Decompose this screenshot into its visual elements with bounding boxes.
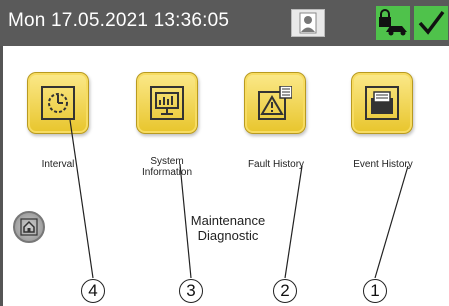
screen: Mon 17.05.2021 13:36:05 Interval System … xyxy=(0,0,449,306)
callout-4: 4 xyxy=(81,279,105,303)
callout-line-3 xyxy=(179,163,192,279)
callout-3: 3 xyxy=(179,279,203,303)
callout-line-2 xyxy=(284,165,303,279)
callout-line-1 xyxy=(374,165,409,279)
callout-2: 2 xyxy=(273,279,297,303)
callout-1: 1 xyxy=(363,279,387,303)
callout-leader-lines xyxy=(69,119,409,279)
callout-line-4 xyxy=(69,119,94,279)
